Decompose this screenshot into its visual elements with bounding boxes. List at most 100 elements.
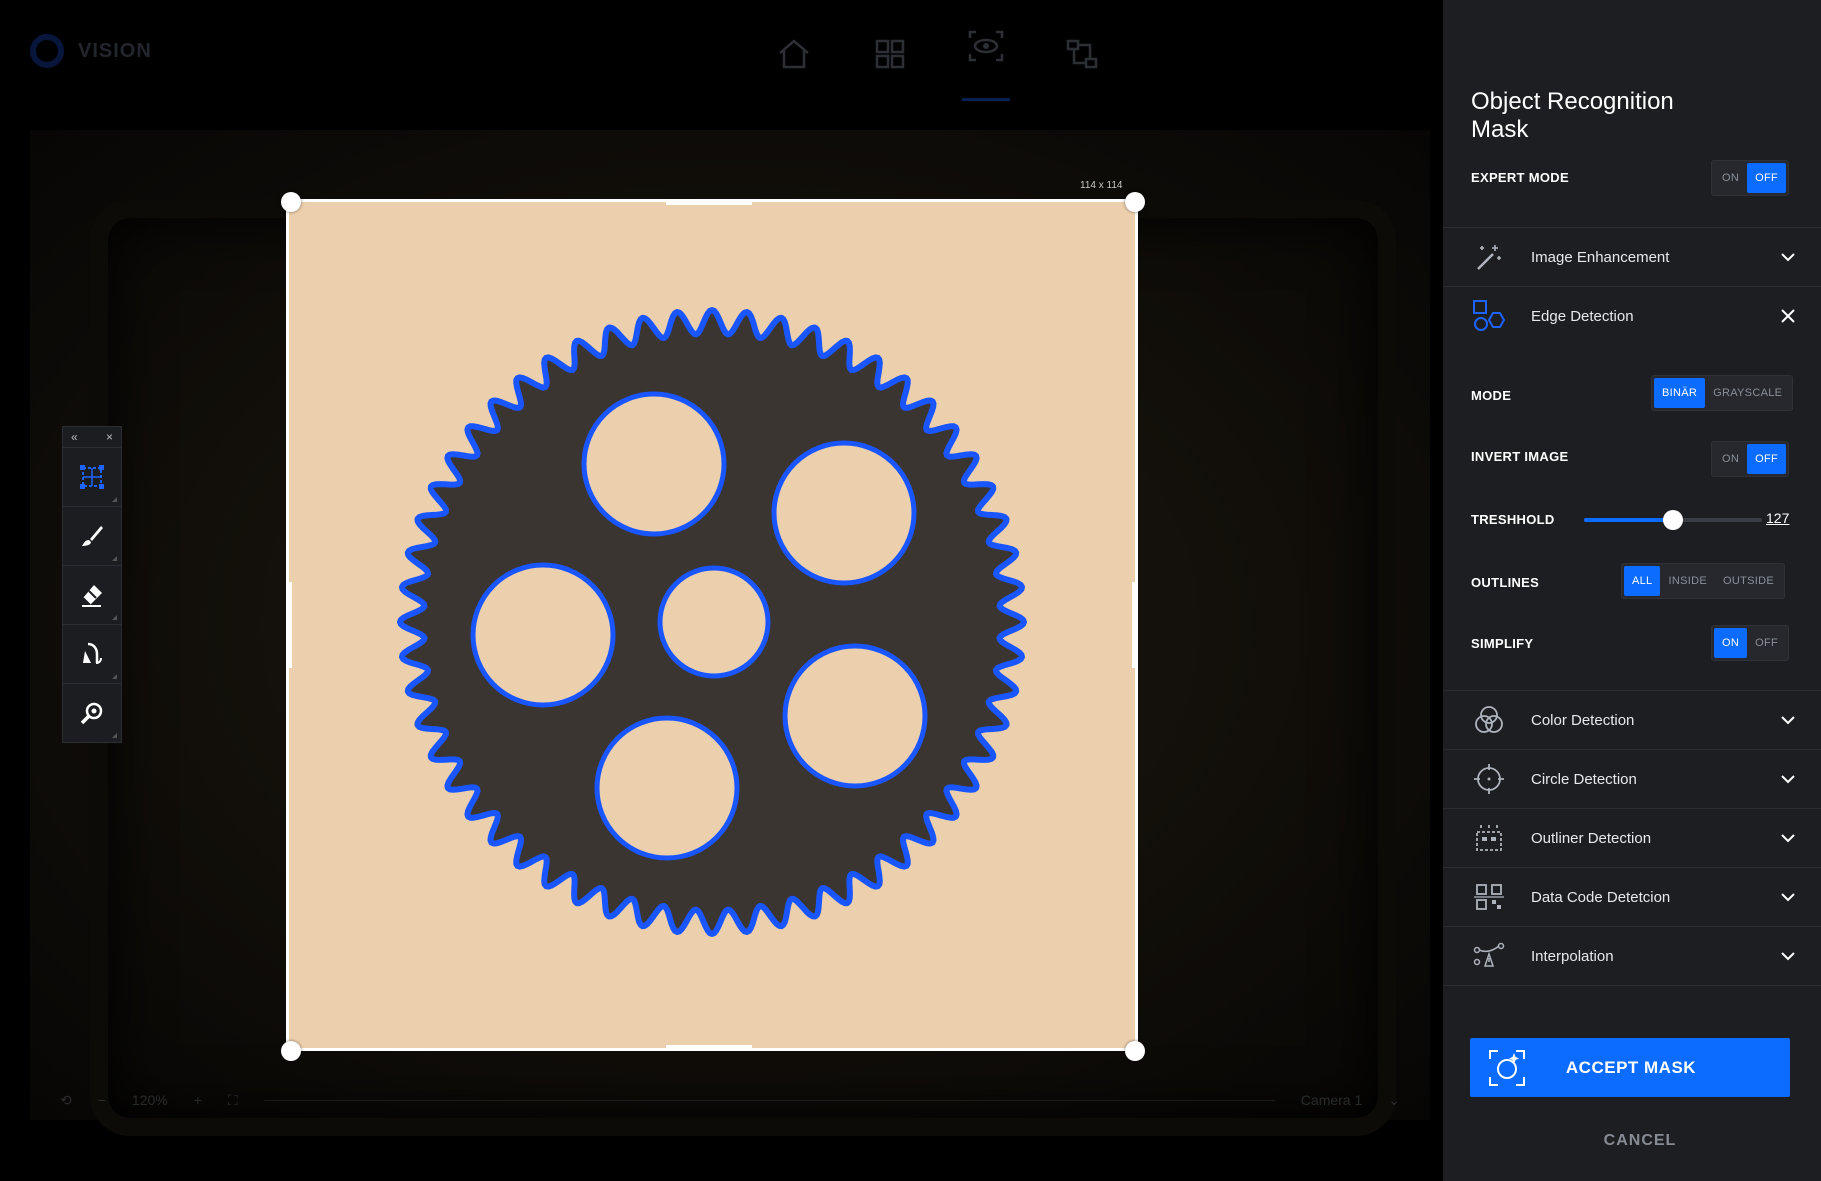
accept-mask-button[interactable]: ACCEPT MASK <box>1470 1038 1790 1097</box>
viewer-controls: ⟲ − 120% + ⛶ Camera 1 ⌄ <box>60 1085 1400 1115</box>
app-logo[interactable]: VISION <box>30 34 152 68</box>
resize-handle-bottom-left[interactable] <box>281 1041 301 1061</box>
timeline-divider <box>263 1099 1275 1101</box>
qr-code-icon <box>1469 877 1509 917</box>
section-label: Image Enhancement <box>1531 248 1670 266</box>
section-image-enhancement[interactable]: Image Enhancement <box>1443 227 1821 286</box>
gear-hole <box>470 562 616 708</box>
color-circles-icon <box>1469 700 1509 740</box>
invert-image-toggle[interactable]: ON OFF <box>1711 441 1790 477</box>
invert-off[interactable]: OFF <box>1747 444 1787 474</box>
tool-palette-header: « × <box>63 427 121 448</box>
target-circle-icon <box>1469 759 1509 799</box>
expert-mode-on[interactable]: ON <box>1714 163 1747 193</box>
chevron-down-icon[interactable] <box>1777 768 1799 790</box>
reset-icon[interactable]: ⟲ <box>60 1092 72 1109</box>
tool-palette: « × <box>62 426 122 743</box>
chevron-down-icon[interactable] <box>1777 709 1799 731</box>
threshold-slider-fill <box>1584 518 1673 522</box>
panel-title: Object Recognition Mask <box>1471 88 1731 144</box>
simplify-off[interactable]: OFF <box>1747 628 1786 658</box>
mask-size-label: 114 x 114 <box>1080 180 1123 191</box>
shapes-icon <box>1469 296 1509 336</box>
expert-mode-toggle[interactable]: ON OFF <box>1711 160 1790 196</box>
resize-handle-top-right[interactable] <box>1125 192 1145 212</box>
mask-preview[interactable] <box>286 199 1138 1051</box>
chevron-down-icon[interactable] <box>1777 827 1799 849</box>
resize-edge-top[interactable] <box>666 199 752 205</box>
select-area-icon <box>80 465 104 489</box>
outlines-option-outside[interactable]: OUTSIDE <box>1715 566 1782 596</box>
cancel-button[interactable]: CANCEL <box>1540 1126 1740 1156</box>
section-outliner-detection[interactable]: Outliner Detection <box>1443 808 1821 867</box>
section-label: Circle Detection <box>1531 770 1637 788</box>
simplify-toggle[interactable]: ON OFF <box>1711 625 1790 661</box>
section-label: Color Detection <box>1531 711 1635 729</box>
expert-mode-label: EXPERT MODE <box>1471 170 1569 185</box>
tool-select-area[interactable] <box>63 448 121 507</box>
close-icon[interactable]: × <box>106 430 113 444</box>
resize-handle-top-left[interactable] <box>281 192 301 212</box>
grid-icon[interactable] <box>866 30 914 78</box>
magic-wand-icon <box>1469 237 1509 277</box>
tool-brush[interactable] <box>63 507 121 566</box>
panel-title-line2: Mask <box>1471 116 1529 143</box>
gear-hole <box>771 440 917 586</box>
resize-edge-bottom[interactable] <box>666 1045 752 1051</box>
tool-magic-wand[interactable] <box>63 625 121 684</box>
section-label: Interpolation <box>1531 947 1614 965</box>
threshold-slider-knob[interactable] <box>1663 510 1683 530</box>
outline-box-icon <box>1469 818 1509 858</box>
zoom-level: 120% <box>131 1092 168 1108</box>
logo-icon <box>30 34 64 68</box>
threshold-value[interactable]: 127 <box>1766 510 1789 526</box>
section-data-code-detection[interactable]: Data Code Detetcion <box>1443 867 1821 926</box>
gear-hole <box>581 391 727 537</box>
chevron-down-icon[interactable] <box>1777 886 1799 908</box>
simplify-on[interactable]: ON <box>1714 628 1748 658</box>
section-edge-detection[interactable]: Edge Detection <box>1443 286 1821 345</box>
app-name: VISION <box>78 39 152 62</box>
section-label: Edge Detection <box>1531 307 1634 325</box>
resize-edge-left[interactable] <box>286 582 292 668</box>
expert-mode-off[interactable]: OFF <box>1747 163 1787 193</box>
section-divider <box>1443 985 1821 986</box>
mode-toggle[interactable]: BINÄR GRAYSCALE <box>1651 375 1794 411</box>
tool-zoom[interactable] <box>63 684 121 742</box>
invert-on[interactable]: ON <box>1714 444 1747 474</box>
resize-edge-right[interactable] <box>1132 582 1138 668</box>
resize-handle-bottom-right[interactable] <box>1125 1041 1145 1061</box>
camera-select[interactable]: Camera 1 <box>1301 1092 1362 1108</box>
zoom-out-button[interactable]: − <box>98 1092 106 1108</box>
zoom-icon <box>80 702 103 725</box>
panel-title-line1: Object Recognition <box>1471 88 1674 115</box>
sparkle-scan-icon <box>1486 1047 1528 1089</box>
outlines-option-all[interactable]: ALL <box>1624 566 1661 596</box>
section-circle-detection[interactable]: Circle Detection <box>1443 749 1821 808</box>
flow-icon[interactable] <box>1058 30 1106 78</box>
gear-hole <box>657 565 771 679</box>
accept-mask-label: ACCEPT MASK <box>1565 1057 1697 1077</box>
close-icon[interactable] <box>1777 305 1799 327</box>
home-icon[interactable] <box>770 30 818 78</box>
outlines-option-inside[interactable]: INSIDE <box>1660 566 1714 596</box>
section-color-detection[interactable]: Color Detection <box>1443 690 1821 749</box>
threshold-slider[interactable] <box>1584 510 1762 530</box>
mode-option-grayscale[interactable]: GRAYSCALE <box>1705 378 1790 408</box>
fit-screen-icon[interactable]: ⛶ <box>228 1092 238 1109</box>
gear-hole <box>782 643 928 789</box>
gear-mask-image <box>397 307 1027 937</box>
section-interpolation[interactable]: Interpolation <box>1443 926 1821 985</box>
tool-eraser[interactable] <box>63 566 121 625</box>
simplify-label: SIMPLIFY <box>1471 636 1534 651</box>
bezier-pen-icon <box>1469 936 1509 976</box>
chevron-down-icon[interactable] <box>1777 246 1799 268</box>
chevron-down-icon[interactable]: ⌄ <box>1388 1092 1400 1109</box>
invert-image-label: INVERT IMAGE <box>1471 449 1569 464</box>
zoom-in-button[interactable]: + <box>194 1092 202 1108</box>
outlines-toggle[interactable]: ALL INSIDE OUTSIDE <box>1621 563 1785 599</box>
collapse-icon[interactable]: « <box>71 430 78 444</box>
eye-scan-icon[interactable] <box>962 30 1010 101</box>
mode-option-binar[interactable]: BINÄR <box>1654 378 1706 408</box>
chevron-down-icon[interactable] <box>1777 945 1799 967</box>
